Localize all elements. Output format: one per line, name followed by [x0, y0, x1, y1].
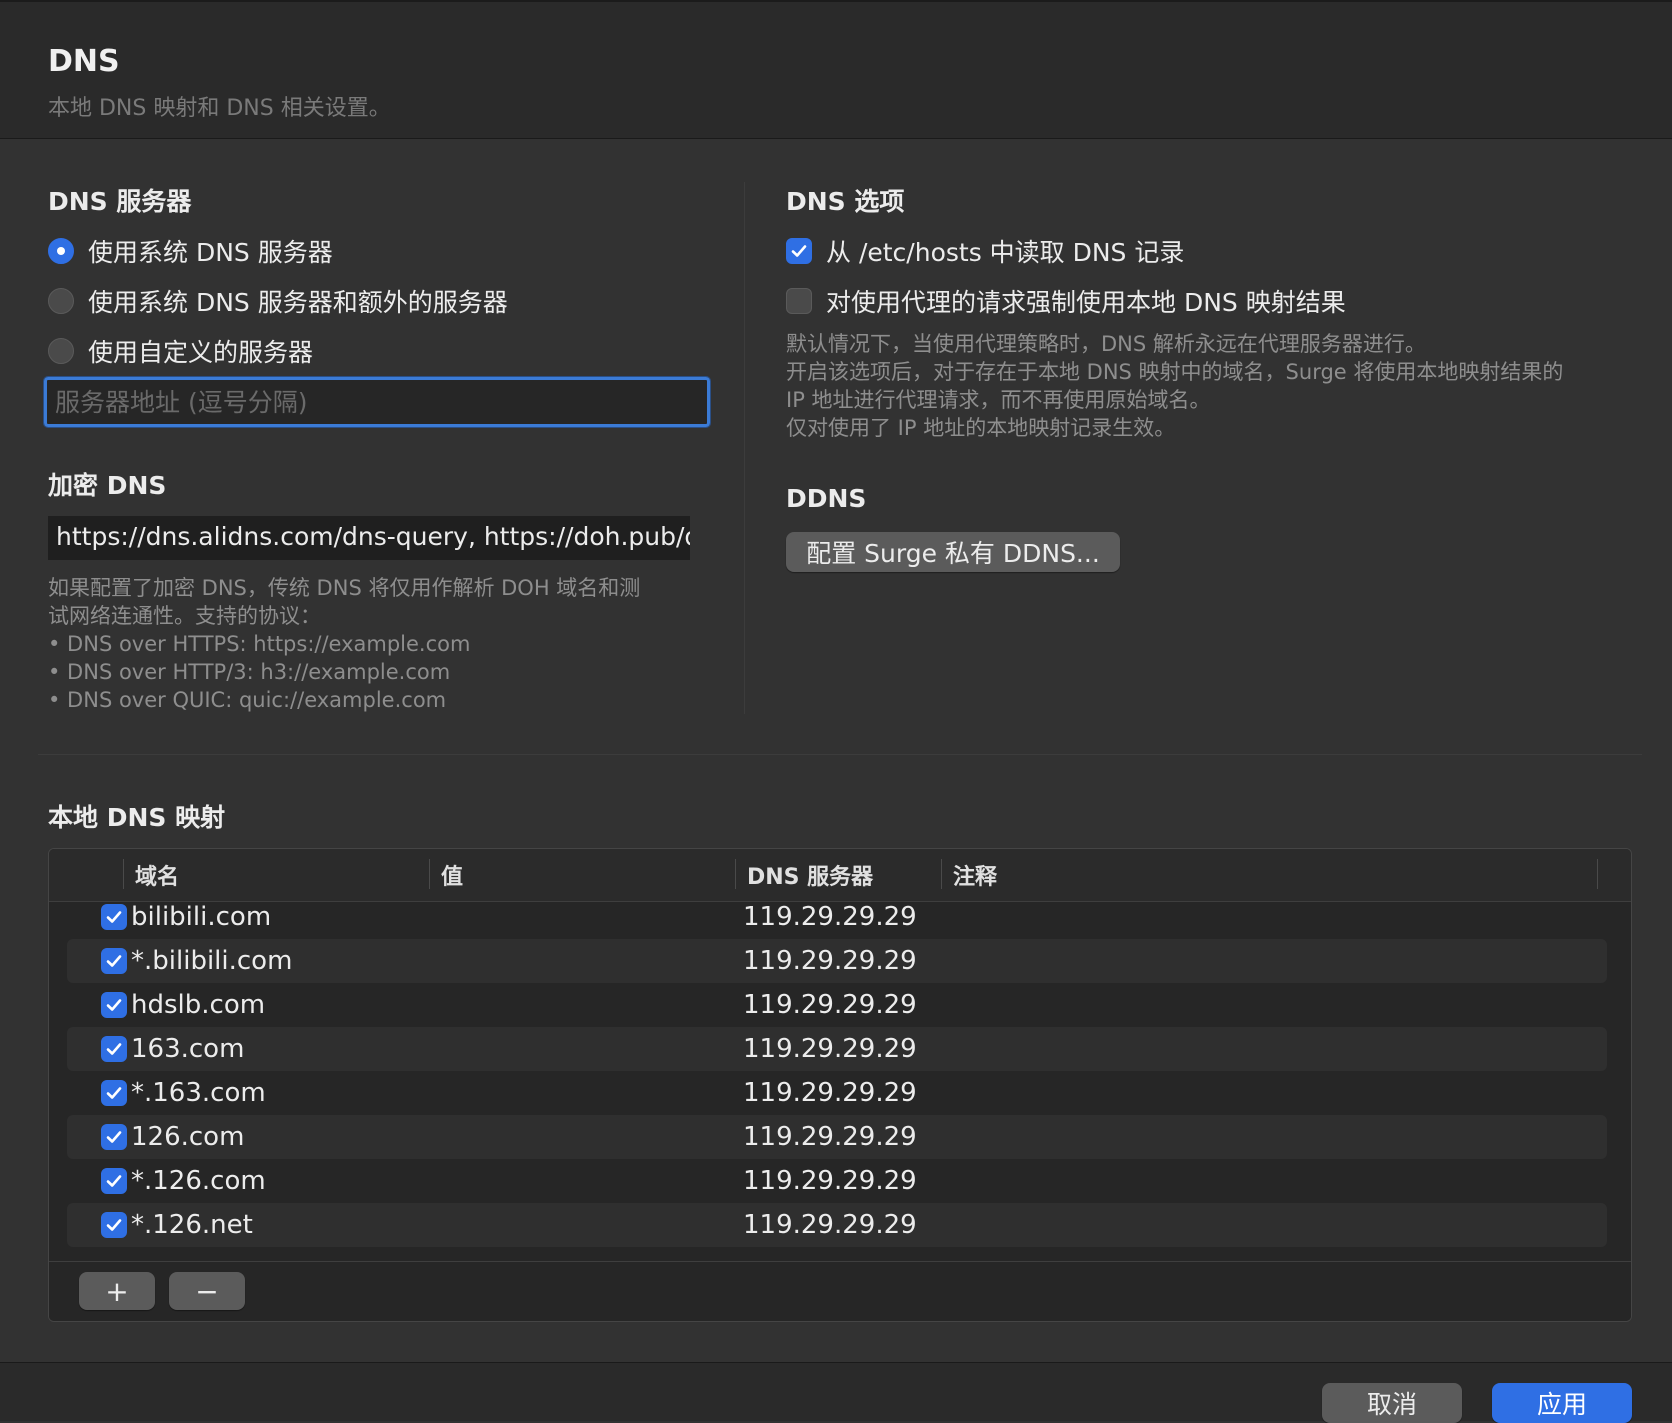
cell-dns-server: 119.29.29.29 — [743, 1210, 917, 1240]
encrypted-dns-help: 如果配置了加密 DNS，传统 DNS 将仅用作解析 DOH 域名和测 试网络连通… — [48, 574, 640, 714]
column-header-dns-server[interactable]: DNS 服务器 — [747, 849, 873, 901]
dns-options-help: 默认情况下，当使用代理策略时，DNS 解析永远在代理服务器进行。 开启该选项后，… — [786, 330, 1563, 442]
radio-system-dns-label: 使用系统 DNS 服务器 — [88, 238, 333, 267]
add-mapping-button[interactable]: + — [79, 1272, 155, 1310]
table-row[interactable]: *.126.net 119.29.29.29 — [67, 1203, 1607, 1247]
column-separator — [1597, 859, 1598, 889]
read-hosts-option[interactable]: 从 /etc/hosts 中读取 DNS 记录 — [786, 233, 1184, 269]
dns-servers-title: DNS 服务器 — [48, 187, 192, 216]
section-divider — [38, 754, 1642, 755]
table-row[interactable]: *.bilibili.com 119.29.29.29 — [67, 939, 1607, 983]
cell-dns-server: 119.29.29.29 — [743, 1166, 917, 1196]
local-mapping-title: 本地 DNS 映射 — [48, 803, 226, 832]
checkbox-checked-icon[interactable] — [101, 1212, 127, 1238]
table-body: bilibili.com 119.29.29.29 *.bilibili.com… — [49, 901, 1631, 1275]
table-row[interactable]: 163.com 119.29.29.29 — [67, 1027, 1607, 1071]
configure-ddns-button[interactable]: 配置 Surge 私有 DDNS... — [786, 532, 1120, 572]
cell-dns-server: 119.29.29.29 — [743, 946, 917, 976]
checkbox-checked-icon[interactable] — [101, 992, 127, 1018]
checkbox-checked-icon[interactable] — [786, 238, 812, 264]
cell-dns-server: 119.29.29.29 — [743, 1078, 917, 1108]
server-address-input[interactable] — [43, 376, 711, 428]
radio-system-plus-extra-label: 使用系统 DNS 服务器和额外的服务器 — [88, 288, 508, 317]
dns-options-title: DNS 选项 — [786, 187, 905, 216]
local-mapping-table: 域名 值 DNS 服务器 注释 bilibili.com 119.29.29.2… — [48, 848, 1632, 1322]
column-header-comment[interactable]: 注释 — [953, 849, 997, 901]
column-separator — [429, 859, 430, 889]
cell-domain: hdslb.com — [131, 990, 266, 1020]
cell-dns-server: 119.29.29.29 — [743, 1122, 917, 1152]
checkbox-unchecked-icon[interactable] — [786, 288, 812, 314]
cell-dns-server: 119.29.29.29 — [743, 990, 917, 1020]
checkbox-checked-icon[interactable] — [101, 948, 127, 974]
cell-domain: *.163.com — [131, 1078, 266, 1108]
cell-domain: *.126.com — [131, 1166, 266, 1196]
column-header-value[interactable]: 值 — [441, 849, 463, 901]
help-line: 试网络连通性。支持的协议： — [48, 604, 321, 628]
cell-domain: 126.com — [131, 1122, 245, 1152]
column-separator — [123, 859, 124, 889]
apply-button[interactable]: 应用 — [1492, 1383, 1632, 1423]
help-line: 默认情况下，当使用代理策略时，DNS 解析永远在代理服务器进行。 — [786, 332, 1426, 356]
help-line: IP 地址进行代理请求，而不再使用原始域名。 — [786, 388, 1211, 412]
remove-mapping-button[interactable]: − — [169, 1272, 245, 1310]
cell-dns-server: 119.29.29.29 — [743, 1034, 917, 1064]
ddns-title: DDNS — [786, 484, 867, 513]
column-separator — [941, 859, 942, 889]
column-separator — [735, 859, 736, 889]
table-header: 域名 值 DNS 服务器 注释 — [49, 849, 1631, 902]
force-local-mapping-option[interactable]: 对使用代理的请求强制使用本地 DNS 映射结果 — [786, 283, 1346, 319]
radio-custom-servers[interactable]: 使用自定义的服务器 — [48, 333, 313, 369]
table-footer: + − — [49, 1261, 1631, 1321]
help-line: 仅对使用了 IP 地址的本地映射记录生效。 — [786, 416, 1176, 440]
radio-unselected-icon[interactable] — [48, 288, 74, 314]
radio-custom-servers-label: 使用自定义的服务器 — [88, 338, 314, 367]
help-line: 开启该选项后，对于存在于本地 DNS 映射中的域名，Surge 将使用本地映射结… — [786, 360, 1564, 384]
column-divider — [744, 182, 745, 714]
help-line: • DNS over HTTPS: https://example.com — [48, 632, 471, 656]
checkbox-checked-icon[interactable] — [101, 1080, 127, 1106]
cell-dns-server: 119.29.29.29 — [743, 902, 917, 932]
radio-selected-icon[interactable] — [48, 238, 74, 264]
encrypted-dns-title: 加密 DNS — [48, 471, 167, 500]
radio-system-plus-extra[interactable]: 使用系统 DNS 服务器和额外的服务器 — [48, 283, 508, 319]
checkbox-checked-icon[interactable] — [101, 904, 127, 930]
cell-domain: bilibili.com — [131, 902, 272, 932]
checkbox-checked-icon[interactable] — [101, 1124, 127, 1150]
dialog-footer: 取消 应用 — [0, 1362, 1672, 1423]
page-title: DNS — [48, 44, 120, 79]
radio-unselected-icon[interactable] — [48, 338, 74, 364]
cancel-button[interactable]: 取消 — [1322, 1383, 1462, 1423]
help-line: • DNS over QUIC: quic://example.com — [48, 688, 447, 712]
column-header-domain[interactable]: 域名 — [135, 849, 179, 901]
checkbox-checked-icon[interactable] — [101, 1036, 127, 1062]
page-subtitle: 本地 DNS 映射和 DNS 相关设置。 — [48, 96, 391, 121]
table-row[interactable]: *.126.com 119.29.29.29 — [67, 1159, 1607, 1203]
cell-domain: *.126.net — [131, 1210, 253, 1240]
radio-system-dns[interactable]: 使用系统 DNS 服务器 — [48, 233, 333, 269]
cell-domain: 163.com — [131, 1034, 245, 1064]
help-line: 如果配置了加密 DNS，传统 DNS 将仅用作解析 DOH 域名和测 — [48, 576, 641, 600]
checkbox-checked-icon[interactable] — [101, 1168, 127, 1194]
read-hosts-label: 从 /etc/hosts 中读取 DNS 记录 — [826, 238, 1185, 267]
table-row[interactable]: 126.com 119.29.29.29 — [67, 1115, 1607, 1159]
encrypted-dns-field[interactable]: https://dns.alidns.com/dns-query, https:… — [48, 516, 690, 560]
help-line: • DNS over HTTP/3: h3://example.com — [48, 660, 451, 684]
force-local-mapping-label: 对使用代理的请求强制使用本地 DNS 映射结果 — [826, 288, 1346, 317]
cell-domain: *.bilibili.com — [131, 946, 293, 976]
table-row[interactable]: bilibili.com 119.29.29.29 — [67, 901, 1607, 939]
page-header: DNS 本地 DNS 映射和 DNS 相关设置。 — [0, 2, 1672, 139]
table-row[interactable]: hdslb.com 119.29.29.29 — [67, 983, 1607, 1027]
table-row[interactable]: *.163.com 119.29.29.29 — [67, 1071, 1607, 1115]
